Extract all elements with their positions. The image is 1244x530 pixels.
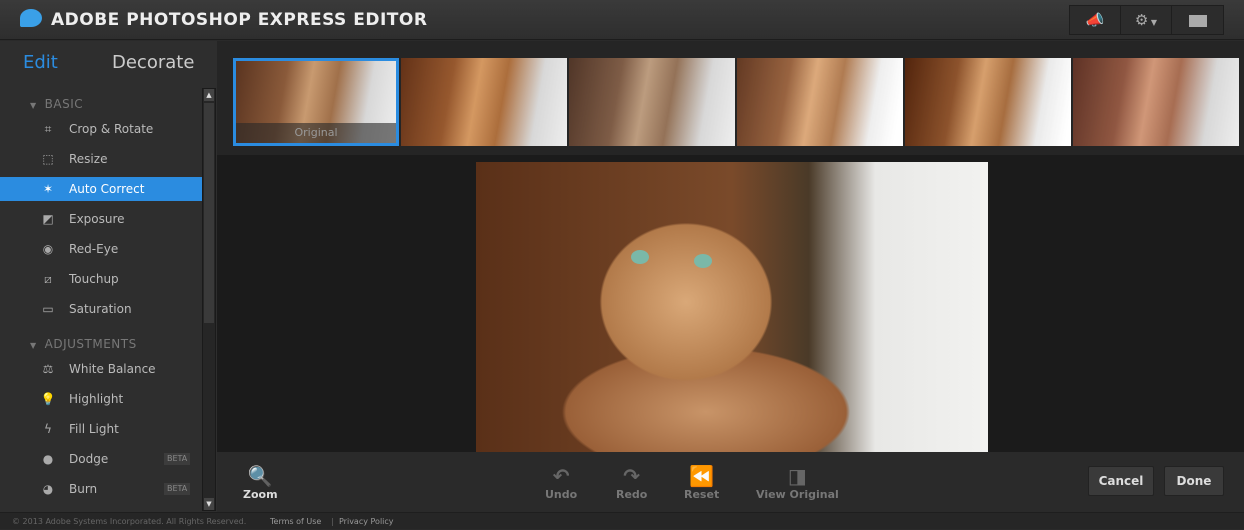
dodge-icon: ●	[42, 452, 54, 466]
sidebar: Edit Decorate ▼ BASIC ⌗ Crop & Rotate ⬚ Res…	[0, 41, 217, 512]
cat-eye	[631, 250, 649, 264]
thumbnail-preset[interactable]	[737, 58, 903, 146]
settings-button[interactable]: ⚙ ▼	[1121, 6, 1172, 34]
tab-edit[interactable]: Edit	[23, 52, 58, 73]
thumbnail-original[interactable]: Original	[233, 58, 399, 146]
resize-icon: ⬚	[42, 152, 54, 166]
terms-link[interactable]: Terms of Use	[270, 513, 321, 530]
megaphone-icon: 📣	[1085, 11, 1105, 29]
crop-icon: ⌗	[44, 122, 52, 136]
thumbnail-preset[interactable]	[1073, 58, 1239, 146]
caret-down-icon: ▼	[30, 101, 37, 110]
burn-icon: ◕	[42, 482, 54, 496]
footer: © 2013 Adobe Systems Incorporated. All R…	[0, 512, 1244, 529]
section-adjustments[interactable]: ▼ ADJUSTMENTS	[30, 337, 137, 351]
reset-button[interactable]: ⏪ Reset	[684, 464, 719, 501]
preset-thumbnail-strip: Original	[217, 41, 1244, 155]
header-buttons: 📣 ⚙ ▼	[1069, 5, 1224, 35]
app-title: ADOBE PHOTOSHOP EXPRESS EDITOR	[51, 10, 428, 30]
copyright-text: © 2013 Adobe Systems Incorporated. All R…	[12, 517, 247, 526]
zoom-button[interactable]: 🔍 Zoom	[243, 464, 278, 501]
magnifier-icon: 🔍	[247, 464, 273, 488]
gear-icon: ⚙	[1134, 11, 1149, 29]
saturation-icon: ▭	[42, 302, 54, 316]
scroll-down-icon[interactable]: ▼	[204, 498, 214, 510]
cancel-button[interactable]: Cancel	[1088, 466, 1154, 496]
reset-icon: ⏪	[689, 464, 715, 488]
thumbnail-preset[interactable]	[905, 58, 1071, 146]
scrollbar-thumb[interactable]	[204, 103, 214, 323]
sidebar-item-dodge[interactable]: ● Dodge BETA	[0, 447, 202, 471]
magic-wand-icon: ✶	[42, 182, 54, 196]
caret-down-icon: ▼	[30, 341, 37, 350]
fullscreen-icon	[1188, 14, 1207, 27]
cat-eye	[694, 254, 712, 268]
sidebar-item-highlight[interactable]: 💡 Highlight	[0, 387, 202, 411]
view-original-button[interactable]: ◨ View Original	[756, 464, 839, 501]
sidebar-scrollbar[interactable]: ▲ ▼	[202, 88, 216, 511]
thumbnail-caption: Original	[236, 123, 396, 143]
sidebar-item-red-eye[interactable]: ◉ Red-Eye	[0, 237, 202, 261]
exposure-icon: ◩	[42, 212, 54, 226]
sidebar-item-fill-light[interactable]: ϟ Fill Light	[0, 417, 202, 441]
sidebar-item-crop-rotate[interactable]: ⌗ Crop & Rotate	[0, 117, 202, 141]
fullscreen-button[interactable]	[1172, 6, 1223, 34]
undo-icon: ↶	[552, 464, 570, 488]
undo-button[interactable]: ↶ Undo	[545, 464, 577, 501]
chevron-down-icon: ▼	[1148, 18, 1158, 27]
sidebar-item-white-balance[interactable]: ⚖ White Balance	[0, 357, 202, 381]
thumbnail-preset[interactable]	[401, 58, 567, 146]
beta-badge: BETA	[164, 453, 191, 465]
sidebar-item-burn[interactable]: ◕ Burn BETA	[0, 477, 202, 501]
announcements-button[interactable]: 📣	[1070, 6, 1121, 34]
tab-decorate[interactable]: Decorate	[112, 52, 194, 73]
bandage-icon: ⧄	[44, 272, 52, 286]
bottom-toolbar: 🔍 Zoom ↶ Undo ↷ Redo ⏪ Reset ◨ View Original …	[217, 452, 1244, 512]
sidebar-item-touchup[interactable]: ⧄ Touchup	[0, 267, 202, 291]
app-header: ADOBE PHOTOSHOP EXPRESS EDITOR 📣 ⚙ ▼	[0, 0, 1244, 40]
scales-icon: ⚖	[42, 362, 54, 376]
privacy-link[interactable]: Privacy Policy	[339, 513, 394, 530]
sidebar-item-resize[interactable]: ⬚ Resize	[0, 147, 202, 171]
section-basic[interactable]: ▼ BASIC	[30, 97, 83, 111]
sidebar-item-exposure[interactable]: ◩ Exposure	[0, 207, 202, 231]
done-button[interactable]: Done	[1164, 466, 1224, 496]
photoshop-express-logo-icon	[20, 9, 42, 27]
redo-icon: ↷	[623, 464, 641, 488]
scroll-up-icon[interactable]: ▲	[204, 89, 214, 101]
beta-badge: BETA	[164, 483, 191, 495]
redo-button[interactable]: ↷ Redo	[616, 464, 647, 501]
thumbnail-preset[interactable]	[569, 58, 735, 146]
lightning-icon: ϟ	[44, 422, 52, 436]
compare-icon: ◨	[787, 464, 807, 488]
sidebar-item-saturation[interactable]: ▭ Saturation	[0, 297, 202, 321]
eye-icon: ◉	[42, 242, 54, 256]
sidebar-item-auto-correct[interactable]: ✶ Auto Correct	[0, 177, 202, 201]
cat-photo	[476, 162, 988, 452]
image-canvas	[217, 155, 1244, 452]
footer-separator: |	[331, 517, 334, 526]
lightbulb-icon: 💡	[40, 392, 56, 406]
